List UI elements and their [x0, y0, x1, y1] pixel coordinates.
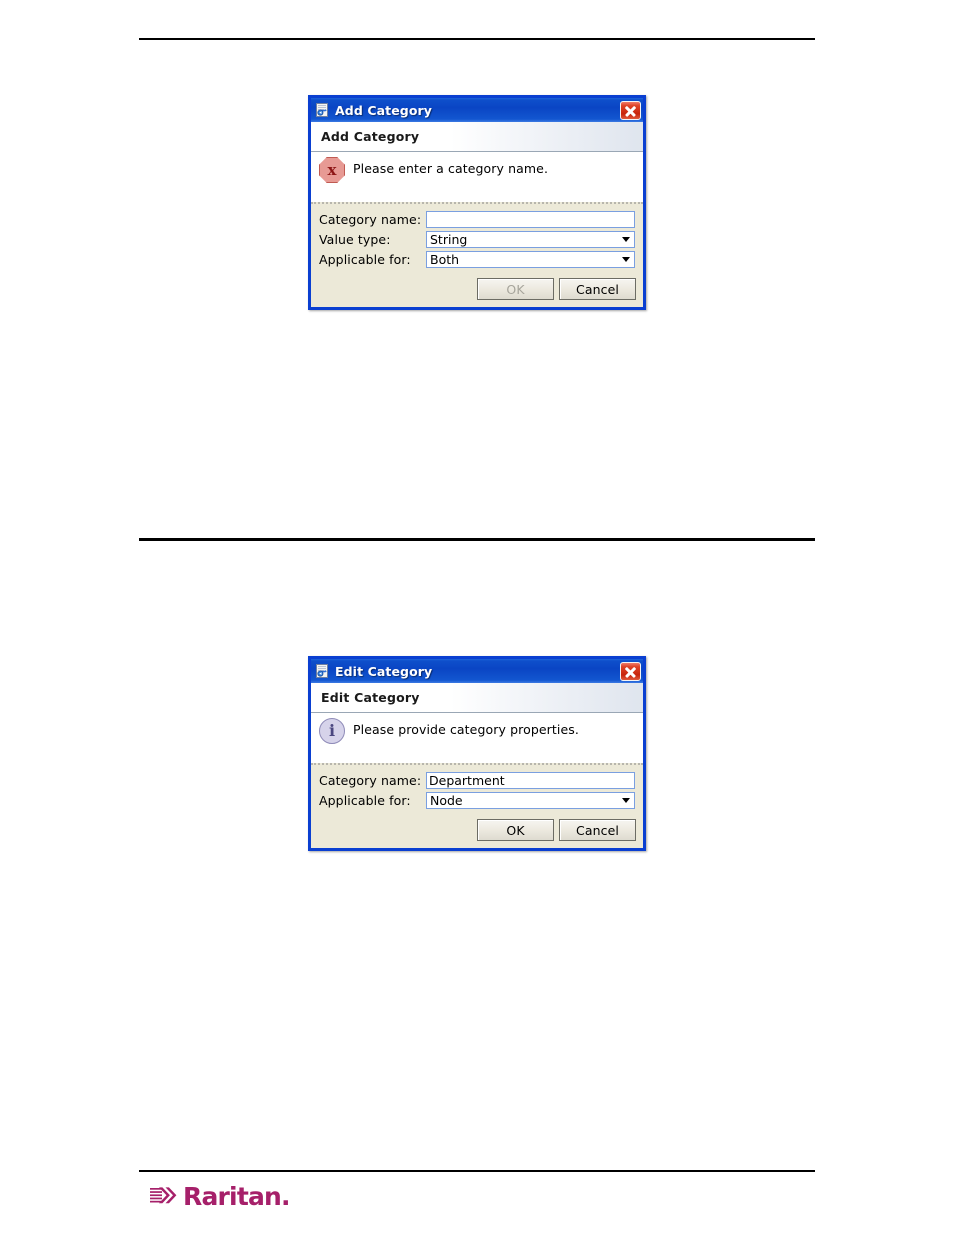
java-app-icon [315, 102, 331, 118]
ok-button[interactable]: OK [477, 819, 554, 841]
edit-category-banner-title: Edit Category [321, 690, 420, 705]
field-row-value-type: Value type: String [319, 231, 635, 248]
info-icon: i [319, 718, 345, 744]
edit-category-body: Edit Category i Please provide category … [311, 683, 643, 848]
applicable-for-dropdown[interactable]: Node [426, 792, 635, 809]
field-row-applicable-for: Applicable for: Both [319, 251, 635, 268]
section-divider-rule [139, 538, 815, 541]
edit-category-message-area: i Please provide category properties. [311, 713, 643, 763]
category-name-input[interactable] [426, 211, 635, 228]
edit-category-titlebar: Edit Category [311, 659, 643, 683]
cancel-button[interactable]: Cancel [559, 819, 636, 841]
chevron-down-icon[interactable] [618, 793, 634, 808]
close-icon[interactable] [620, 661, 641, 681]
field-row-category-name: Category name: [319, 772, 635, 789]
error-icon: x [319, 157, 345, 183]
add-category-message-area: x Please enter a category name. [311, 152, 643, 202]
edit-category-title: Edit Category [335, 663, 433, 679]
header-rule [139, 38, 815, 40]
add-category-body: Add Category x Please enter a category n… [311, 122, 643, 307]
add-category-message-text: Please enter a category name. [353, 161, 549, 176]
edit-category-button-row: OK Cancel [311, 812, 643, 848]
raritan-logo-mark-icon [150, 1186, 180, 1206]
cancel-button[interactable]: Cancel [559, 278, 636, 300]
add-category-title: Add Category [335, 102, 433, 118]
value-type-selected-value: String [430, 232, 468, 247]
info-icon-glyph: i [328, 721, 336, 740]
category-name-label: Category name: [319, 212, 422, 227]
category-name-input[interactable] [426, 772, 635, 789]
applicable-for-selected-value: Node [430, 793, 463, 808]
field-row-applicable-for: Applicable for: Node [319, 792, 635, 809]
java-app-icon [315, 663, 331, 679]
value-type-label: Value type: [319, 232, 391, 247]
chevron-down-icon[interactable] [618, 252, 634, 267]
value-type-dropdown[interactable]: String [426, 231, 635, 248]
close-icon[interactable] [620, 100, 641, 120]
add-category-button-row: OK Cancel [311, 271, 643, 307]
chevron-down-icon[interactable] [618, 232, 634, 247]
applicable-for-label: Applicable for: [319, 793, 411, 808]
add-category-banner-title: Add Category [321, 129, 420, 144]
ok-button[interactable]: OK [477, 278, 554, 300]
error-icon-glyph: x [327, 160, 337, 179]
edit-category-form: Category name: Applicable for: Node [311, 768, 643, 809]
applicable-for-dropdown[interactable]: Both [426, 251, 635, 268]
edit-category-message-text: Please provide category properties. [353, 722, 579, 737]
footer-rule [139, 1170, 815, 1172]
raritan-logo: Raritan. [150, 1181, 291, 1211]
add-category-dialog: Add Category Add Category x Please enter… [308, 95, 646, 310]
edit-category-dialog: Edit Category Edit Category i Please pro… [308, 656, 646, 851]
edit-category-banner: Edit Category [311, 683, 643, 713]
category-name-label: Category name: [319, 773, 422, 788]
applicable-for-label: Applicable for: [319, 252, 411, 267]
raritan-logo-text: Raritan. [183, 1181, 291, 1211]
add-category-banner: Add Category [311, 122, 643, 152]
field-row-category-name: Category name: [319, 211, 635, 228]
add-category-form: Category name: Value type: String Applic… [311, 207, 643, 268]
add-category-titlebar: Add Category [311, 98, 643, 122]
applicable-for-selected-value: Both [430, 252, 460, 267]
